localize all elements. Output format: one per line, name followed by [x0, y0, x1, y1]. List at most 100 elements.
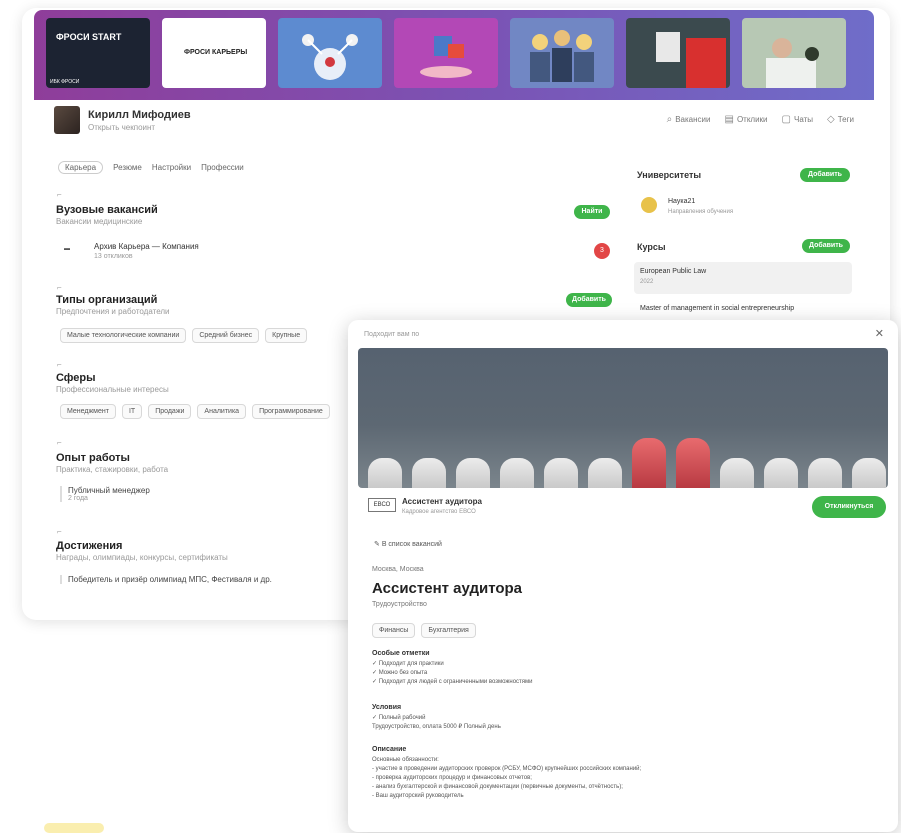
chat-icon: ▢ — [781, 114, 791, 125]
find-vacancies-button[interactable]: Найти — [574, 205, 610, 219]
tags-action[interactable]: ◇ Теги — [827, 114, 854, 125]
close-icon[interactable]: ✕ — [875, 327, 884, 340]
banner-tile-2[interactable]: ФРОСИ КАРЬЕРЫ — [162, 18, 266, 88]
section-title: Вузовые вакансий — [56, 204, 158, 216]
tab-settings[interactable]: Настройки — [152, 163, 191, 174]
university-name[interactable]: Наука21 — [668, 198, 695, 205]
university-sub: Направления обучения — [668, 209, 734, 215]
shopping-hand-icon — [420, 36, 472, 78]
vacancy-title: Ассистент аудитора — [372, 580, 523, 597]
section-title: Достижения — [56, 540, 123, 552]
course-card[interactable] — [634, 262, 852, 294]
sphere-chip[interactable]: Продажи — [148, 404, 192, 419]
sphere-chips: Менеджмент IT Продажи Аналитика Программ… — [60, 404, 330, 419]
sphere-chip[interactable]: IT — [121, 404, 143, 419]
add-org-type-button[interactable]: Добавить — [566, 293, 612, 307]
tab-professions[interactable]: Профессии — [201, 163, 244, 174]
company-logo: ▬ — [64, 246, 70, 252]
course-title[interactable]: Master of management in social entrepren… — [640, 305, 794, 312]
tile-title: ФРОСИ START — [56, 32, 122, 42]
section-title: Опыт работы — [56, 452, 130, 464]
vacancies-action[interactable]: ⌕ Вакансии — [667, 114, 711, 125]
section-subtitle: Предпочтения и работодатели — [56, 307, 170, 316]
tag-icon: ◇ — [827, 114, 835, 125]
action-label: Вакансии — [675, 115, 711, 124]
vacancies-section: Вузовые вакансий Вакансии медицинские — [56, 204, 158, 226]
tab-career[interactable]: Карьера — [58, 161, 104, 174]
add-university-button[interactable]: Добавить — [800, 168, 850, 182]
org-chip[interactable]: Крупные — [265, 328, 308, 343]
tile-caption: ИБК ФРОСИ — [50, 79, 80, 85]
action-label: Отклики — [736, 115, 768, 124]
course-banner: ФРОСИ START ИБК ФРОСИ ФРОСИ КАРЬЕРЫ — [34, 10, 874, 100]
notes-list: ✓ Подходит для практики ✓ Можно без опыт… — [372, 660, 533, 687]
duty-item: - участие в проведении аудиторских прове… — [372, 766, 642, 772]
vacancy-item-title[interactable]: Архив Карьера — Компания — [94, 242, 199, 251]
corner-mark: ⌐ — [57, 360, 62, 369]
banner-tile-4[interactable] — [394, 18, 498, 88]
notification-badge[interactable]: 3 — [594, 243, 610, 259]
duties-intro: Основные обязанности: — [372, 757, 439, 763]
banner-tile-1[interactable]: ФРОСИ START ИБК ФРОСИ — [46, 18, 150, 88]
profile-subtitle[interactable]: Открыть чекпоинт — [88, 123, 155, 132]
company-logo: ЕВСО — [368, 498, 396, 512]
tab-resume[interactable]: Резюме — [113, 163, 142, 174]
achievements-section: Достижения Награды, олимпиады, конкурсы,… — [56, 540, 228, 562]
notes-title: Особые отметки — [372, 650, 430, 657]
corner-mark: ⌐ — [57, 438, 62, 447]
office-photo-icon — [656, 32, 726, 88]
sphere-chip[interactable]: Программирование — [252, 404, 330, 419]
vacancy-tag[interactable]: Финансы — [372, 623, 416, 638]
duty-item: - проверка аудиторских процедур и финанс… — [372, 775, 532, 781]
section-subtitle: Практика, стажировки, работа — [56, 465, 169, 474]
profile-name: Кирилл Мифодиев — [88, 109, 191, 121]
banner-tile-6[interactable] — [626, 18, 730, 88]
banner-tile-7[interactable] — [742, 18, 846, 88]
org-type-chips: Малые технологические компании Средний б… — [60, 328, 308, 343]
team-people-icon — [530, 30, 594, 82]
corner-mark: ⌐ — [57, 283, 62, 292]
courses-label: Курсы — [637, 242, 666, 252]
condition-item: Трудоустройство, оплата 5000 ₽ Полный де… — [372, 724, 501, 730]
people-photo-icon — [766, 38, 819, 88]
org-chip[interactable]: Малые технологические компании — [60, 328, 187, 343]
banner-tile-3[interactable] — [278, 18, 382, 88]
apply-button[interactable]: Откликнуться — [812, 496, 886, 518]
company-name[interactable]: Ассистент аудитора — [402, 497, 482, 506]
section-subtitle: Профессиональные интересы — [56, 385, 169, 394]
popup-topbar: Подходит вам по ✕ — [348, 320, 898, 348]
note-item: ✓ Можно без опыта — [372, 670, 428, 676]
add-course-button[interactable]: Добавить — [802, 239, 850, 253]
action-label: Чаты — [793, 115, 814, 124]
banner-tile-5[interactable] — [510, 18, 614, 88]
experience-item[interactable]: Публичный менеджер 2 года — [60, 486, 150, 502]
header-actions: ⌕ Вакансии ▤ Отклики ▢ Чаты ◇ Теги — [667, 114, 854, 125]
org-types-section: Типы организаций Предпочтения и работода… — [56, 294, 170, 316]
achievement-item[interactable]: Победитель и призёр олимпиад МПС, Фестив… — [60, 575, 272, 584]
sphere-chip[interactable]: Аналитика — [197, 404, 247, 419]
section-subtitle: Вакансии медицинские — [56, 217, 143, 226]
chats-action[interactable]: ▢ Чаты — [782, 114, 813, 125]
duty-item: - Ваш аудиторский руководитель — [372, 793, 464, 799]
conditions-title: Условия — [372, 704, 402, 711]
vacancy-photo — [358, 348, 888, 488]
duty-item: - анализ бухгалтерской и финансовой доку… — [372, 784, 623, 790]
profile-header: Кирилл Мифодиев Открыть чекпоинт ⌕ Ваканс… — [46, 100, 860, 142]
vacancy-tag[interactable]: Бухгалтерия — [421, 623, 476, 638]
responses-action[interactable]: ▤ Отклики — [724, 114, 767, 125]
vacancy-item-sub: 13 откликов — [94, 253, 133, 260]
popup-top-title: Подходит вам по — [364, 331, 420, 338]
vacancy-type: Трудоустройство — [372, 601, 427, 608]
experience-item-title: Публичный менеджер — [68, 486, 150, 495]
favorite-link[interactable]: ✎ В список вакансий — [374, 540, 442, 548]
section-subtitle: Награды, олимпиады, конкурсы, сертификат… — [56, 553, 228, 562]
profile-tabs: Карьера Резюме Настройки Профессии — [58, 161, 244, 174]
condition-item: ✓ Полный рабочий — [372, 715, 426, 721]
org-chip[interactable]: Средний бизнес — [192, 328, 260, 343]
experience-section: Опыт работы Практика, стажировки, работа — [56, 452, 168, 474]
vacancy-popup: Подходит вам по ✕ ЕВСО Ассистент аудитор… — [348, 320, 898, 832]
conditions-list: ✓ Полный рабочий Трудоустройство, оплата… — [372, 714, 501, 732]
avatar[interactable] — [54, 106, 80, 134]
sphere-chip[interactable]: Менеджмент — [60, 404, 116, 419]
corner-mark: ⌐ — [57, 527, 62, 536]
